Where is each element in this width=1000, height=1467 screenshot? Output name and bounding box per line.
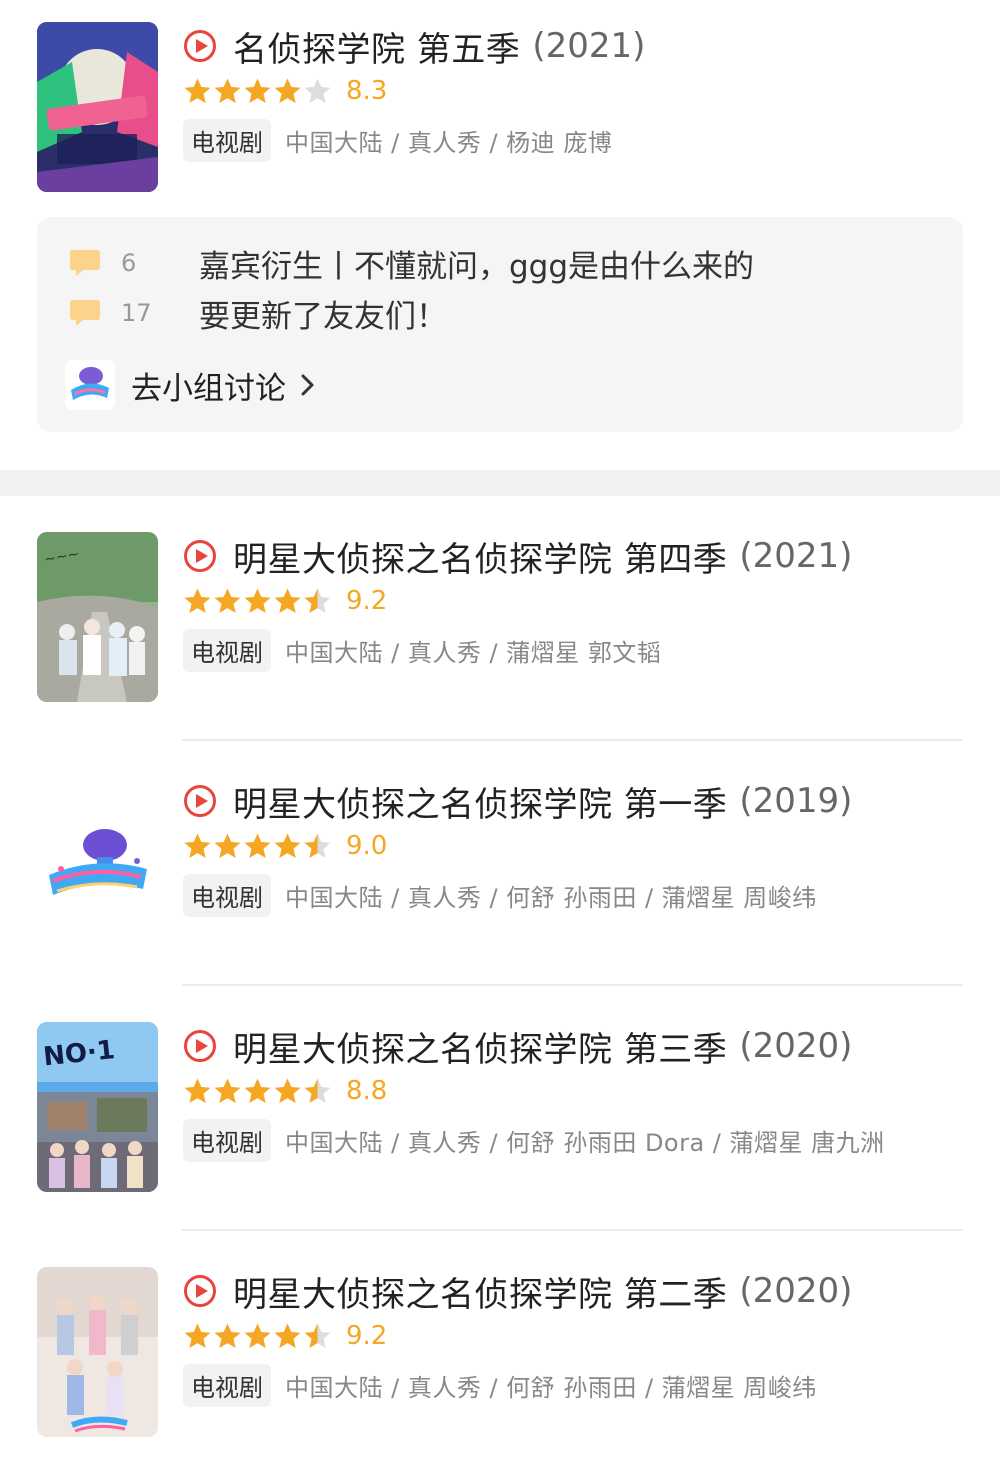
group-discussion-card: 6 嘉宾衍生丨不懂就问，ggg是由什么来的 17 要更新了友友们！ 去小组讨论 <box>37 217 963 432</box>
star-full-icon <box>244 833 271 858</box>
post-reply-count: 17 <box>121 299 152 327</box>
post-title[interactable]: 嘉宾衍生丨不懂就问，ggg是由什么来的 <box>199 241 754 286</box>
star-full-icon <box>214 1323 241 1348</box>
rating-score: 9.2 <box>346 1321 388 1351</box>
item-year: (2021) <box>739 536 853 576</box>
list-divider <box>182 739 963 741</box>
item-year: (2019) <box>739 781 853 821</box>
result-item[interactable]: NO·1 明星大侦探之名侦探学院 第三季 (2020) 8.8 电视剧 中国大陆… <box>0 1000 1000 1200</box>
star-full-icon <box>274 1078 301 1103</box>
section-separator <box>0 470 1000 496</box>
star-half-icon <box>304 1323 331 1348</box>
play-icon <box>184 1030 216 1062</box>
group-avatar <box>65 360 115 410</box>
star-rating <box>183 1322 332 1350</box>
comment-bubble-icon <box>70 250 100 276</box>
star-full-icon <box>274 833 301 858</box>
type-tag: 电视剧 <box>183 873 271 917</box>
poster-image[interactable] <box>37 22 158 192</box>
rating-score: 9.0 <box>346 831 388 861</box>
poster-image[interactable] <box>37 777 158 947</box>
chevron-right-icon <box>301 374 314 396</box>
item-year: (2020) <box>739 1271 853 1311</box>
rating-score: 8.3 <box>346 76 388 106</box>
item-year: (2020) <box>739 1026 853 1066</box>
star-full-icon <box>244 78 271 103</box>
item-meta: 中国大陆 / 真人秀 / 何舒 孙雨田 Dora / 蒲熠星 唐九洲 <box>285 1128 885 1157</box>
post-title[interactable]: 要更新了友友们！ <box>199 291 447 336</box>
item-meta: 中国大陆 / 真人秀 / 何舒 孙雨田 / 蒲熠星 周峻纬 <box>285 883 817 912</box>
list-divider <box>182 984 963 986</box>
star-half-icon <box>304 588 331 613</box>
star-rating <box>183 832 332 860</box>
star-full-icon <box>184 1078 211 1103</box>
star-half-icon <box>304 833 331 858</box>
star-full-icon <box>214 833 241 858</box>
item-title[interactable]: 名侦探学院 第五季 <box>233 22 520 71</box>
rating-score: 8.8 <box>346 1076 388 1106</box>
item-meta: 中国大陆 / 真人秀 / 何舒 孙雨田 / 蒲熠星 周峻纬 <box>285 1373 817 1402</box>
star-full-icon <box>184 833 211 858</box>
group-post[interactable]: 6 嘉宾衍生丨不懂就问，ggg是由什么来的 <box>69 241 754 286</box>
play-icon <box>184 540 216 572</box>
star-rating <box>183 77 332 105</box>
result-item[interactable]: ~~~ 明星大侦探之名侦探学院 第四季 (2021) 9.2 电视剧 中国大陆 … <box>0 510 1000 710</box>
star-full-icon <box>214 1078 241 1103</box>
item-title[interactable]: 明星大侦探之名侦探学院 第三季 <box>233 1022 727 1071</box>
play-icon <box>184 1275 216 1307</box>
star-full-icon <box>214 78 241 103</box>
star-full-icon <box>184 78 211 103</box>
play-icon <box>184 785 216 817</box>
star-full-icon <box>274 588 301 613</box>
comment-bubble-icon <box>70 300 100 326</box>
item-meta: 中国大陆 / 真人秀 / 杨迪 庞博 <box>285 128 613 157</box>
item-meta: 中国大陆 / 真人秀 / 蒲熠星 郭文韬 <box>285 638 662 667</box>
result-item[interactable]: 明星大侦探之名侦探学院 第一季 (2019) 9.0 电视剧 中国大陆 / 真人… <box>0 755 1000 955</box>
star-full-icon <box>244 588 271 613</box>
star-full-icon <box>244 1323 271 1348</box>
star-full-icon <box>184 588 211 613</box>
item-year: (2021) <box>532 26 646 66</box>
type-tag: 电视剧 <box>183 1363 271 1407</box>
item-title[interactable]: 明星大侦探之名侦探学院 第二季 <box>233 1267 727 1316</box>
star-half-icon <box>304 1078 331 1103</box>
star-full-icon <box>274 78 301 103</box>
item-title[interactable]: 明星大侦探之名侦探学院 第一季 <box>233 777 727 826</box>
type-tag: 电视剧 <box>183 628 271 672</box>
play-icon <box>184 30 216 62</box>
star-empty-icon <box>304 78 331 103</box>
star-full-icon <box>214 588 241 613</box>
star-rating <box>183 1077 332 1105</box>
result-item[interactable]: 明星大侦探之名侦探学院 第二季 (2020) 9.2 电视剧 中国大陆 / 真人… <box>0 1245 1000 1445</box>
star-full-icon <box>184 1323 211 1348</box>
star-full-icon <box>244 1078 271 1103</box>
star-full-icon <box>274 1323 301 1348</box>
star-rating <box>183 587 332 615</box>
rating-score: 9.2 <box>346 586 388 616</box>
group-post[interactable]: 17 要更新了友友们！ <box>69 291 447 336</box>
poster-image[interactable] <box>37 1267 158 1437</box>
poster-image[interactable]: NO·1 <box>37 1022 158 1192</box>
item-title[interactable]: 明星大侦探之名侦探学院 第四季 <box>233 532 727 581</box>
poster-image[interactable]: ~~~ <box>37 532 158 702</box>
type-tag: 电视剧 <box>183 118 271 162</box>
result-item[interactable]: 名侦探学院 第五季 (2021) 8.3 电视剧 中国大陆 / 真人秀 / 杨迪… <box>0 0 1000 200</box>
group-link-label: 去小组讨论 <box>131 370 286 407</box>
type-tag: 电视剧 <box>183 1118 271 1162</box>
group-discussion-link[interactable]: 去小组讨论 <box>65 360 318 410</box>
list-divider <box>182 1229 963 1231</box>
post-reply-count: 6 <box>121 249 137 277</box>
